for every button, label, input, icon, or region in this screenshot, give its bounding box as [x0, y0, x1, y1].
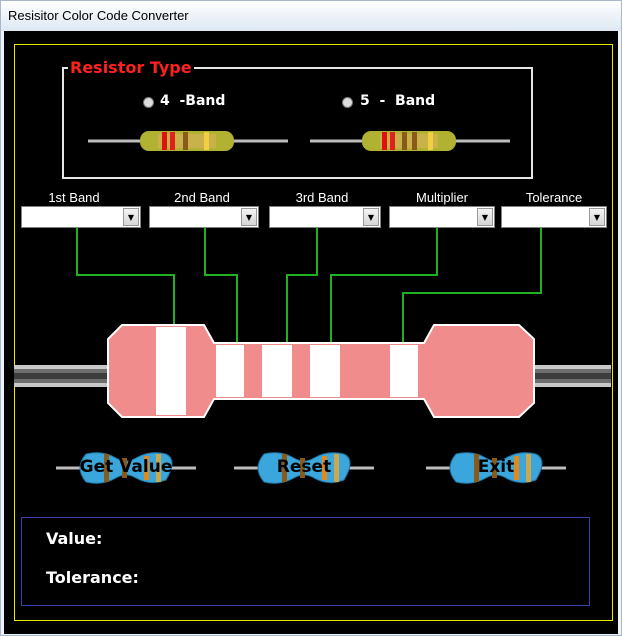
- reset-button[interactable]: Reset: [234, 448, 374, 488]
- get-value-label: Get Value: [79, 457, 173, 477]
- client-area: Resistor Type 4 -Band 5 - Band 1st Band …: [4, 31, 618, 634]
- get-value-button[interactable]: Get Value: [56, 448, 196, 488]
- app-window: Resisitor Color Code Converter Resistor …: [0, 0, 622, 636]
- exit-label: Exit: [477, 457, 515, 477]
- window-title: Resisitor Color Code Converter: [8, 8, 189, 23]
- resistor-diagram: [14, 228, 611, 418]
- value-label: Value:: [46, 529, 103, 548]
- exit-button[interactable]: Exit: [426, 448, 566, 488]
- tolerance-label: Tolerance:: [46, 568, 139, 587]
- reset-label: Reset: [276, 457, 332, 477]
- title-bar[interactable]: Resisitor Color Code Converter: [1, 1, 621, 31]
- result-panel: [21, 517, 590, 606]
